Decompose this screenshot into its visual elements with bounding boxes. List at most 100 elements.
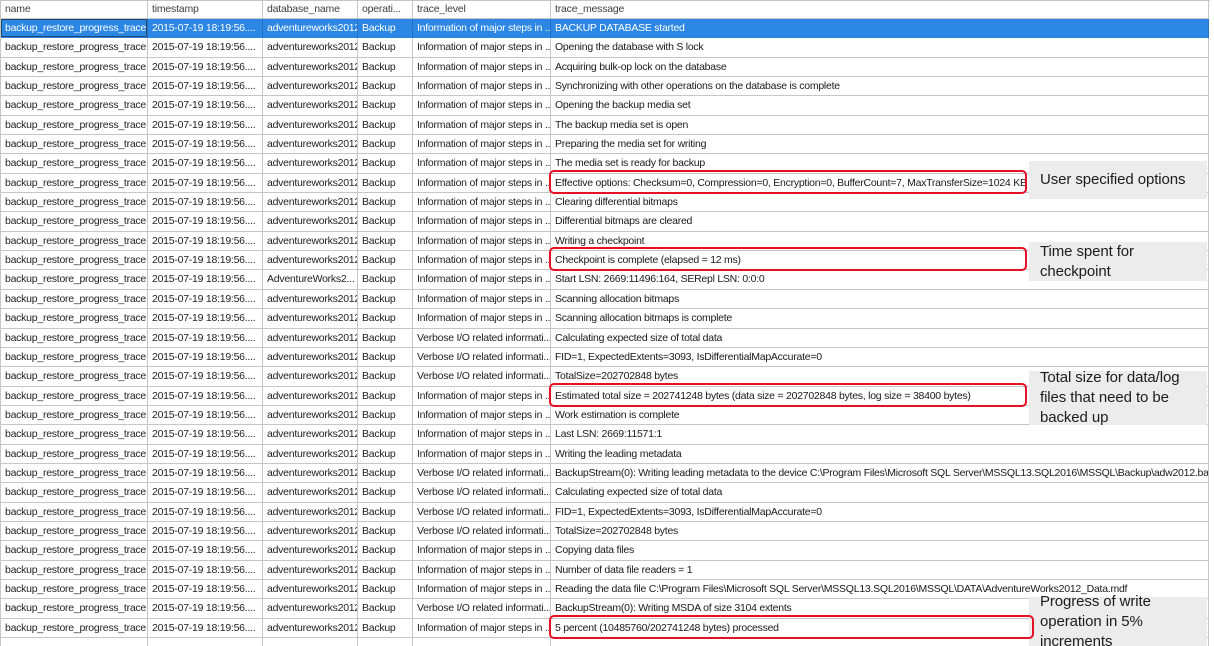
cell-operation[interactable]: Backup: [358, 483, 413, 502]
cell-trace_level[interactable]: Information of major steps in ...: [413, 406, 551, 425]
cell-trace_message[interactable]: BACKUP DATABASE started: [551, 19, 1209, 38]
cell-operation[interactable]: Backup: [358, 290, 413, 309]
cell-timestamp[interactable]: 2015-07-19 18:19:56....: [148, 154, 263, 173]
cell-timestamp[interactable]: 2015-07-19 18:19:56....: [148, 232, 263, 251]
cell-trace_level[interactable]: Information of major steps in ...: [413, 425, 551, 444]
cell-trace_level[interactable]: Verbose I/O related informati...: [413, 522, 551, 541]
cell-name[interactable]: backup_restore_progress_trace: [1, 445, 148, 464]
cell-trace_message[interactable]: The backup media set is open: [551, 116, 1209, 135]
cell-trace_level[interactable]: Information of major steps in ...: [413, 232, 551, 251]
cell-trace_level[interactable]: Verbose I/O related informati...: [413, 348, 551, 367]
table-row[interactable]: backup_restore_progress_trace2015-07-19 …: [1, 77, 1210, 96]
cell-name[interactable]: backup_restore_progress_trace: [1, 503, 148, 522]
cell-name[interactable]: backup_restore_progress_trace: [1, 38, 148, 57]
cell-timestamp[interactable]: 2015-07-19 18:19:56....: [148, 522, 263, 541]
column-header-timestamp[interactable]: timestamp: [148, 1, 263, 19]
table-row[interactable]: backup_restore_progress_trace2015-07-19 …: [1, 503, 1210, 522]
cell-database_name[interactable]: adventureworks2012: [263, 212, 358, 231]
table-row[interactable]: backup_restore_progress_trace2015-07-19 …: [1, 116, 1210, 135]
cell-name[interactable]: backup_restore_progress_trace: [1, 135, 148, 154]
cell-operation[interactable]: Backup: [358, 425, 413, 444]
cell-timestamp[interactable]: 2015-07-19 18:19:56....: [148, 483, 263, 502]
cell-operation[interactable]: Backup: [358, 619, 413, 638]
table-row[interactable]: backup_restore_progress_trace2015-07-19 …: [1, 96, 1210, 115]
cell-trace_level[interactable]: Information of major steps in ...: [413, 580, 551, 599]
cell-trace_level[interactable]: Information of major steps in ...: [413, 58, 551, 77]
cell-operation[interactable]: Backup: [358, 174, 413, 193]
cell-name[interactable]: backup_restore_progress_trace: [1, 387, 148, 406]
cell-trace_level[interactable]: Information of major steps in ...: [413, 212, 551, 231]
cell-name[interactable]: backup_restore_progress_trace: [1, 464, 148, 483]
cell-operation[interactable]: Backup: [358, 58, 413, 77]
cell-trace_level[interactable]: Information of major steps in ...: [413, 561, 551, 580]
cell-timestamp[interactable]: 2015-07-19 18:19:56....: [148, 174, 263, 193]
cell-timestamp[interactable]: 2015-07-19 18:19:56....: [148, 406, 263, 425]
cell-name[interactable]: backup_restore_progress_trace: [1, 251, 148, 270]
cell-trace_message[interactable]: Opening the backup media set: [551, 96, 1209, 115]
cell-name[interactable]: backup_restore_progress_trace: [1, 212, 148, 231]
cell-timestamp[interactable]: 2015-07-19 18:19:56....: [148, 348, 263, 367]
cell-timestamp[interactable]: 2015-07-19 18:19:56....: [148, 135, 263, 154]
cell-trace_level[interactable]: Verbose I/O related informati...: [413, 464, 551, 483]
table-row[interactable]: backup_restore_progress_trace2015-07-19 …: [1, 541, 1210, 560]
cell-database_name[interactable]: adventureworks2012: [263, 309, 358, 328]
cell-database_name[interactable]: adventureworks2012: [263, 599, 358, 618]
cell-operation[interactable]: Backup: [358, 348, 413, 367]
cell-trace_level[interactable]: Information of major steps in ...: [413, 619, 551, 638]
cell-timestamp[interactable]: 2015-07-19 18:19:56....: [148, 58, 263, 77]
cell-timestamp[interactable]: 2015-07-19 18:19:56....: [148, 193, 263, 212]
cell-trace_message[interactable]: BackupStream(0): Writing leading metadat…: [551, 464, 1209, 483]
cell-database_name[interactable]: adventureworks2012: [263, 135, 358, 154]
cell-database_name[interactable]: adventureworks2012: [263, 483, 358, 502]
cell-timestamp[interactable]: 2015-07-19 18:19:56....: [148, 464, 263, 483]
table-row[interactable]: backup_restore_progress_trace2015-07-19 …: [1, 135, 1210, 154]
cell-trace_level[interactable]: Information of major steps in ...: [413, 96, 551, 115]
cell-trace_message[interactable]: Synchronizing with other operations on t…: [551, 77, 1209, 96]
cell-timestamp[interactable]: 2015-07-19 18:19:56....: [148, 445, 263, 464]
cell-trace_level[interactable]: Verbose I/O related informati...: [413, 599, 551, 618]
cell-trace_level[interactable]: Verbose I/O related informati...: [413, 329, 551, 348]
cell-name[interactable]: backup_restore_progress_trace: [1, 329, 148, 348]
cell-trace_level[interactable]: Information of major steps in ...: [413, 309, 551, 328]
cell-trace_message[interactable]: Scanning allocation bitmaps is complete: [551, 309, 1209, 328]
cell-trace_level[interactable]: Information of major steps in ...: [413, 77, 551, 96]
cell-trace_message[interactable]: FID=1, ExpectedExtents=3093, IsDifferent…: [551, 503, 1209, 522]
cell-name[interactable]: backup_restore_progress_trace: [1, 425, 148, 444]
cell-trace_level[interactable]: Information of major steps in ...: [413, 38, 551, 57]
cell-name[interactable]: backup_restore_progress_trace: [1, 154, 148, 173]
cell-operation[interactable]: Backup: [358, 445, 413, 464]
cell-name[interactable]: backup_restore_progress_trace: [1, 77, 148, 96]
cell-trace_level[interactable]: Information of major steps in ...: [413, 154, 551, 173]
cell-database_name[interactable]: adventureworks2012: [263, 367, 358, 386]
cell-trace_message[interactable]: Calculating expected size of total data: [551, 329, 1209, 348]
column-header-operation[interactable]: operati...: [358, 1, 413, 19]
cell-operation[interactable]: Backup: [358, 270, 413, 289]
cell-trace_level[interactable]: Information of major steps in ...: [413, 290, 551, 309]
cell-operation[interactable]: Backup: [358, 232, 413, 251]
cell-database_name[interactable]: adventureworks2012: [263, 541, 358, 560]
cell-database_name[interactable]: adventureworks2012: [263, 96, 358, 115]
cell-trace_message[interactable]: TotalSize=202702848 bytes: [551, 522, 1209, 541]
cell-timestamp[interactable]: 2015-07-19 18:19:56....: [148, 38, 263, 57]
cell-trace_message[interactable]: FID=1, ExpectedExtents=3093, IsDifferent…: [551, 348, 1209, 367]
cell-trace_message[interactable]: Differential bitmaps are cleared: [551, 212, 1209, 231]
cell-timestamp[interactable]: 2015-07-19 18:19:56....: [148, 541, 263, 560]
cell-timestamp[interactable]: 2015-07-19 18:19:56....: [148, 19, 263, 38]
cell-operation[interactable]: Backup: [358, 116, 413, 135]
cell-name[interactable]: backup_restore_progress_trace: [1, 367, 148, 386]
cell-database_name[interactable]: adventureworks2012: [263, 251, 358, 270]
cell-name[interactable]: backup_restore_progress_trace: [1, 580, 148, 599]
cell-operation[interactable]: Backup: [358, 329, 413, 348]
cell-name[interactable]: backup_restore_progress_trace: [1, 522, 148, 541]
cell-trace_message[interactable]: Copying data files: [551, 541, 1209, 560]
column-header-database_name[interactable]: database_name: [263, 1, 358, 19]
cell-database_name[interactable]: adventureworks2012: [263, 464, 358, 483]
cell-timestamp[interactable]: 2015-07-19 18:19:56....: [148, 580, 263, 599]
cell-database_name[interactable]: adventureworks2012: [263, 232, 358, 251]
cell-timestamp[interactable]: 2015-07-19 18:19:56....: [148, 619, 263, 638]
cell-trace_level[interactable]: Information of major steps in ...: [413, 270, 551, 289]
cell-operation[interactable]: Backup: [358, 135, 413, 154]
cell-trace_level[interactable]: Verbose I/O related informati...: [413, 503, 551, 522]
cell-timestamp[interactable]: 2015-07-19 18:19:56....: [148, 425, 263, 444]
table-row[interactable]: backup_restore_progress_trace2015-07-19 …: [1, 212, 1210, 231]
